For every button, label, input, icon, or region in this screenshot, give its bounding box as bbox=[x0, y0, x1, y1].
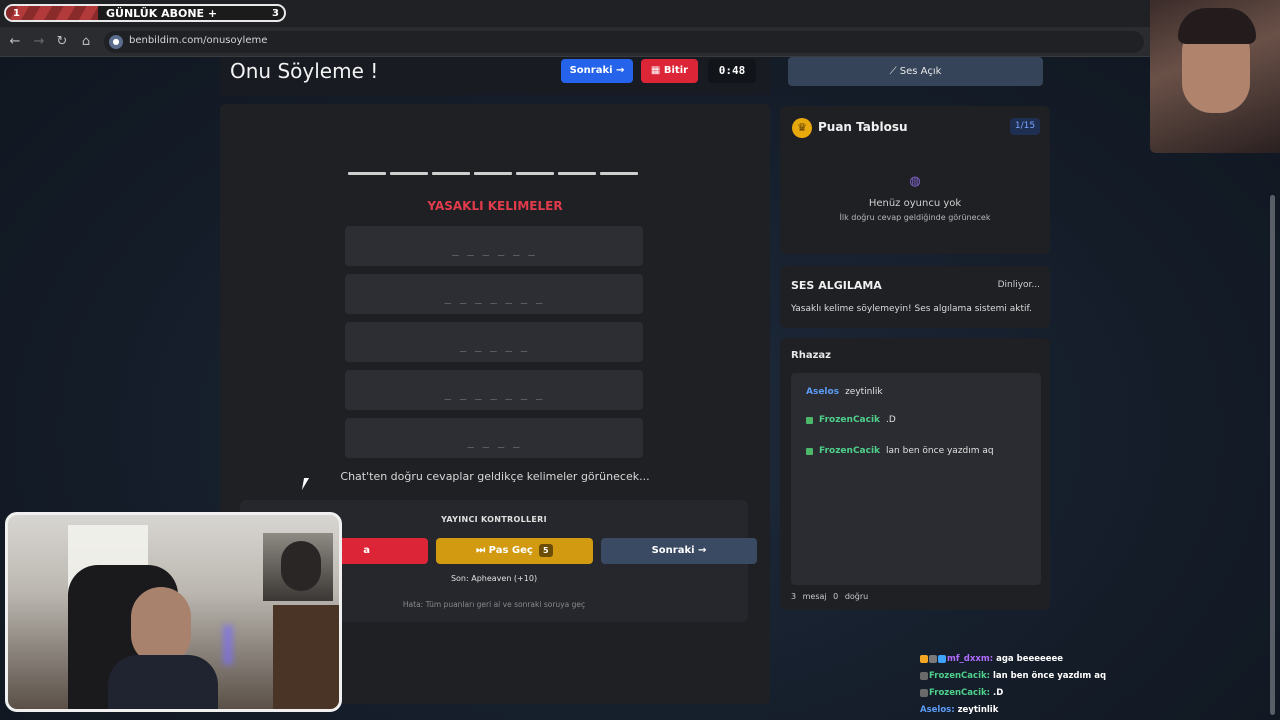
person-body bbox=[108, 655, 218, 709]
check-icon bbox=[806, 416, 813, 424]
stream-chat-line: Aselos: zeytinlik bbox=[920, 702, 1106, 719]
forbidden-word-box: _ _ _ _ _ _ bbox=[345, 226, 643, 266]
subscriber-goal-bar: 1 GÜNLÜK ABONE + 3 bbox=[4, 4, 286, 22]
forbidden-words-title: YASAKLI KELIMELER bbox=[427, 199, 563, 213]
subscriber-goal-title: GÜNLÜK ABONE + bbox=[106, 6, 218, 20]
subscriber-goal-end: 3 bbox=[272, 7, 279, 19]
forbidden-word-box: _ _ _ _ _ _ _ bbox=[345, 274, 643, 314]
forbidden-word-box: _ _ _ _ _ bbox=[345, 322, 643, 362]
forbidden-word-box: _ _ _ _ bbox=[345, 418, 643, 458]
chat-owner: Rhazaz bbox=[791, 350, 831, 361]
no-players-text: Henüz oyuncu yok bbox=[868, 198, 962, 209]
forbidden-word-box: _ _ _ _ _ _ _ bbox=[345, 370, 643, 410]
subscriber-goal-start: 1 bbox=[13, 7, 20, 19]
grid-icon: ▦ bbox=[650, 65, 664, 76]
stream-chat-line: mf_dxxm: aga beeeeeee bbox=[920, 651, 1106, 668]
badge-icon bbox=[938, 654, 946, 663]
chat-message: Aselos zeytinlik bbox=[806, 387, 883, 397]
stream-chat-text: lan ben önce yazdım aq bbox=[993, 671, 1107, 681]
skip-count-badge: 5 bbox=[538, 544, 553, 557]
browser-address-bar: ← → ↻ ⌂ ● benbildim.com/onusoyleme bbox=[0, 27, 1280, 57]
no-players-subtext: İlk doğru cevap geldiğinde görünecek bbox=[839, 213, 991, 222]
chat-user: Aselos bbox=[806, 387, 840, 397]
trophy-icon: ♛ bbox=[792, 118, 812, 138]
webcam-overlay-top bbox=[1150, 0, 1280, 153]
pip-person bbox=[281, 541, 321, 591]
word-slot bbox=[516, 172, 554, 175]
page-scrollbar[interactable] bbox=[1270, 195, 1275, 715]
word-slots bbox=[348, 172, 638, 175]
site-info-icon[interactable]: ● bbox=[109, 35, 123, 49]
scoreboard-panel: ♛ Puan Tablosu 1/15 ◍ Henüz oyuncu yok İ… bbox=[780, 106, 1050, 254]
forward-icon[interactable]: → bbox=[31, 34, 47, 50]
chat-panel: Rhazaz Aselos zeytinlik FrozenCacik .D F… bbox=[780, 338, 1050, 610]
word-slot bbox=[348, 172, 386, 175]
stream-chat-line: FrozenCacik: lan ben önce yazdım aq bbox=[920, 668, 1106, 685]
stream-chat-text: aga beeeeeee bbox=[996, 654, 1064, 664]
voice-detection-title: SES ALGILAMA bbox=[791, 279, 882, 292]
picture-in-picture bbox=[263, 533, 333, 601]
badge-icon bbox=[920, 671, 928, 680]
voice-description: Yasaklı kelime söylemeyin! Ses algılama … bbox=[791, 304, 1032, 314]
stream-chat-user: Aselos: bbox=[920, 705, 955, 715]
streamer-cap bbox=[1178, 8, 1256, 44]
url-field[interactable]: ● benbildim.com/onusoyleme bbox=[104, 31, 1144, 53]
stream-chat-user: FrozenCacik: bbox=[929, 671, 991, 681]
word-slot bbox=[558, 172, 596, 175]
badge-icon bbox=[920, 654, 928, 663]
round-badge: 1/15 bbox=[1010, 118, 1040, 135]
stream-chat-overlay: mf_dxxm: aga beeeeeee FrozenCacik: lan b… bbox=[920, 651, 1106, 719]
stream-chat-text: .D bbox=[993, 688, 1004, 698]
skip-button[interactable]: ⏭ Pas Geç 5 bbox=[436, 538, 593, 564]
sound-toggle-button[interactable]: ⟋ Ses Açık bbox=[788, 57, 1043, 86]
timer: 0:48 bbox=[708, 59, 756, 83]
chat-user: FrozenCacik bbox=[819, 446, 881, 456]
word-slot bbox=[390, 172, 428, 175]
finish-label: Bitir bbox=[663, 65, 689, 76]
browser-tab-bar: 1 GÜNLÜK ABONE + 3 bbox=[0, 0, 1280, 27]
word-slot bbox=[600, 172, 638, 175]
skip-label: Pas Geç bbox=[488, 545, 533, 556]
chat-user: FrozenCacik bbox=[819, 415, 881, 425]
check-icon bbox=[806, 447, 813, 455]
person-head bbox=[131, 587, 191, 665]
word-slot bbox=[474, 172, 512, 175]
stream-chat-text: zeytinlik bbox=[957, 705, 999, 715]
mouse-cursor-icon bbox=[301, 478, 315, 490]
badge-icon bbox=[929, 654, 937, 663]
game-header: Onu Söyleme ! Sonraki → ▦ Bitir 0:48 bbox=[220, 57, 770, 95]
stream-chat-user: mf_dxxm: bbox=[947, 654, 994, 664]
webcam-overlay-bottom bbox=[5, 512, 342, 712]
page-title: Onu Söyleme ! bbox=[230, 59, 379, 83]
word-slot bbox=[432, 172, 470, 175]
next-button-top[interactable]: Sonraki → bbox=[561, 59, 633, 83]
back-icon[interactable]: ← bbox=[7, 34, 23, 50]
sound-label: Ses Açık bbox=[899, 66, 942, 77]
chat-stats: 3 mesaj 0 doğru bbox=[791, 592, 869, 601]
finish-button[interactable]: ▦ Bitir bbox=[641, 59, 698, 83]
url-text: benbildim.com/onusoyleme bbox=[129, 35, 268, 46]
lamp-glow bbox=[223, 625, 233, 665]
stream-chat-user: FrozenCacik: bbox=[929, 688, 991, 698]
reload-icon[interactable]: ↻ bbox=[54, 34, 70, 50]
chat-text: lan ben önce yazdım aq bbox=[886, 446, 994, 456]
chat-text: .D bbox=[886, 415, 896, 425]
scoreboard-title: Puan Tablosu bbox=[818, 120, 908, 134]
voice-detection-panel: SES ALGILAMA Dinliyor... Yasaklı kelime … bbox=[780, 266, 1050, 328]
badge-icon bbox=[920, 688, 928, 697]
wand-icon: ⟋ bbox=[889, 66, 900, 77]
voice-status: Dinliyor... bbox=[997, 280, 1040, 290]
chat-message: FrozenCacik lan ben önce yazdım aq bbox=[806, 446, 994, 456]
bookshelf bbox=[273, 605, 339, 709]
chat-text: zeytinlik bbox=[845, 387, 883, 397]
next-button[interactable]: Sonraki → bbox=[601, 538, 757, 564]
stream-chat-line: FrozenCacik: .D bbox=[920, 685, 1106, 702]
gamepad-icon: ◍ bbox=[909, 174, 921, 189]
chat-messages[interactable]: Aselos zeytinlik FrozenCacik .D FrozenCa… bbox=[791, 373, 1041, 585]
chat-message: FrozenCacik .D bbox=[806, 415, 896, 425]
skip-icon: ⏭ bbox=[476, 545, 489, 556]
reset-label: a bbox=[363, 545, 370, 556]
home-icon[interactable]: ⌂ bbox=[78, 34, 94, 50]
